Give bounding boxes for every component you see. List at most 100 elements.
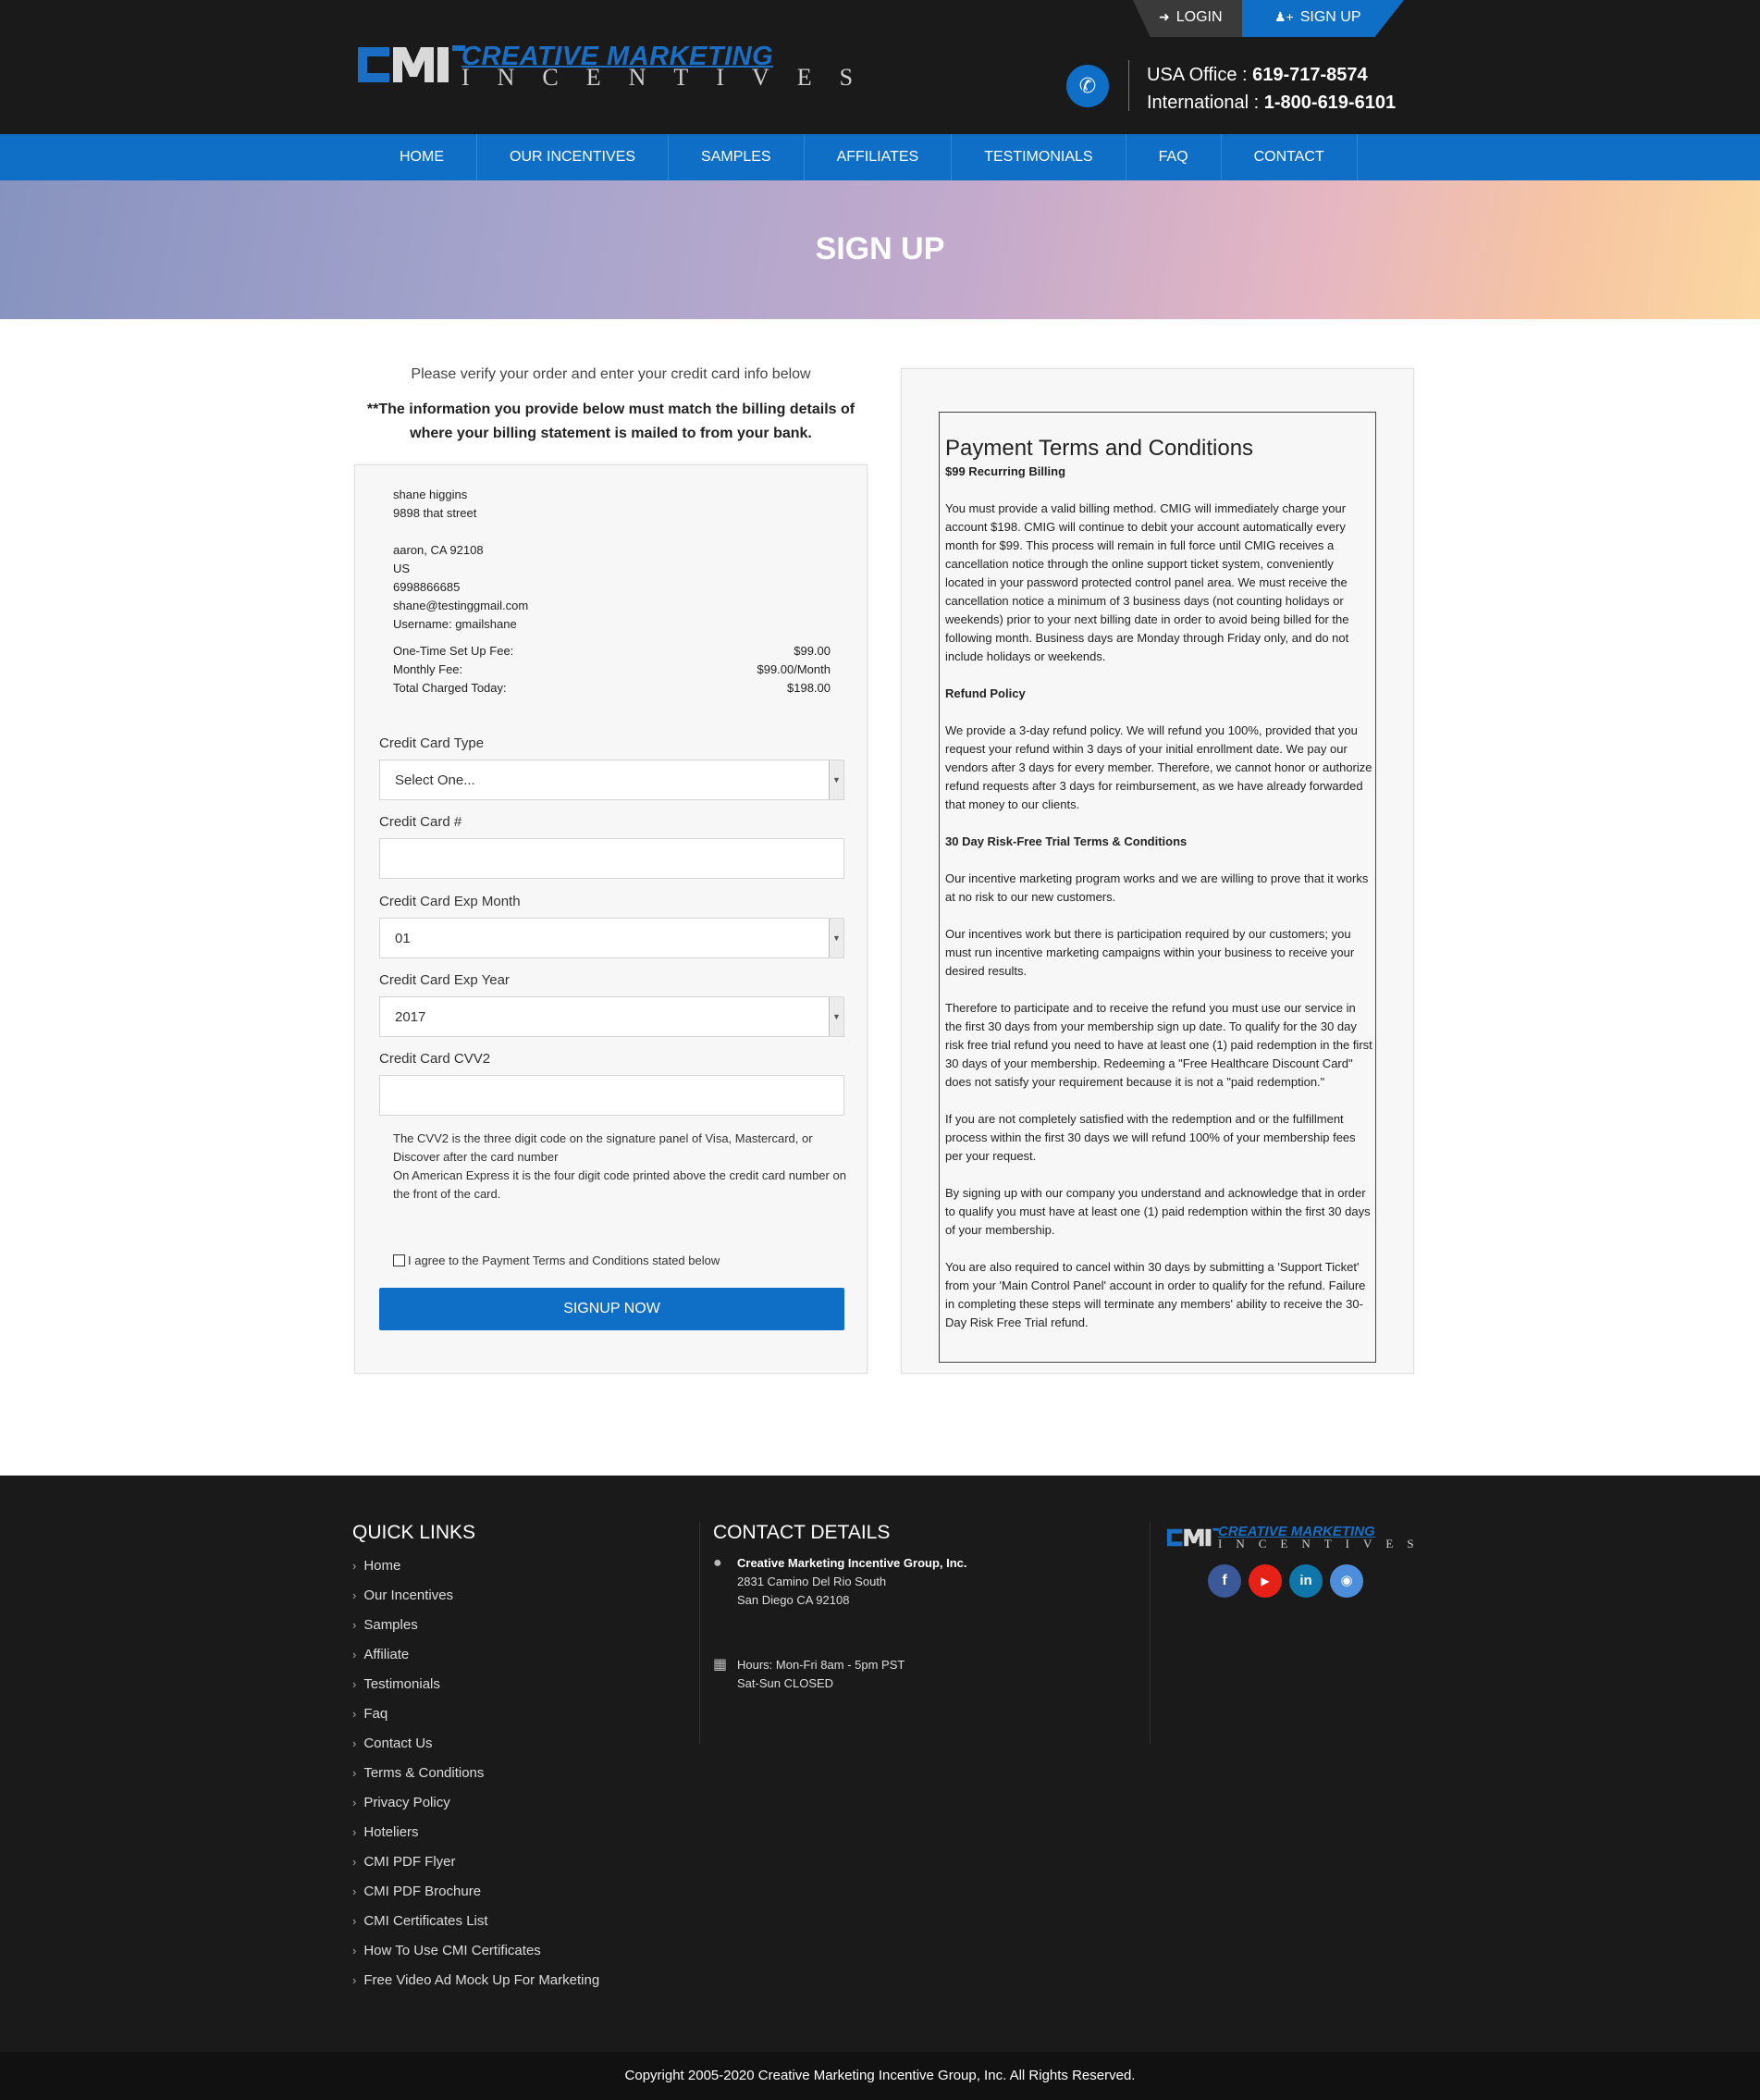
fee-label: Monthly Fee:	[393, 662, 463, 676]
footer-link-how-to-use[interactable]: › How To Use CMI Certificates	[352, 1942, 599, 1971]
footer-logo[interactable]: CREATIVE MARKETING INCENTIVES	[1164, 1524, 1414, 1553]
link-label: How To Use CMI Certificates	[363, 1943, 541, 1958]
footer-link-pdf-flyer[interactable]: › CMI PDF Flyer	[352, 1853, 599, 1883]
page-banner: SIGN UP	[0, 180, 1760, 319]
chevron-right-icon: ›	[352, 1766, 357, 1780]
footer-link-pdf-brochure[interactable]: › CMI PDF Brochure	[352, 1883, 599, 1912]
fee-value: $198.00	[787, 681, 831, 695]
billing-notice: **The information you provide below must…	[366, 401, 855, 441]
cc-number-input[interactable]	[379, 838, 844, 879]
link-label: Faq	[363, 1706, 388, 1722]
customer-name: shane higgins	[393, 488, 468, 501]
footer-link-home[interactable]: › Home	[352, 1557, 599, 1587]
footer-link-testimonials[interactable]: › Testimonials	[352, 1675, 599, 1705]
copyright: Copyright 2005-2020 Creative Marketing I…	[0, 2052, 1760, 2100]
chevron-down-icon: ▼	[829, 760, 843, 799]
signup-link[interactable]: ♟+ SIGN UP	[1274, 9, 1361, 26]
cmi-logo-mark	[1166, 1527, 1220, 1547]
terms-heading-trial: 30 Day Risk-Free Trial Terms & Condition…	[945, 834, 1188, 848]
link-label: Home	[363, 1558, 401, 1574]
signup-now-button[interactable]: SIGNUP NOW	[379, 1288, 844, 1330]
fee-summary: One-Time Set Up Fee: $99.00 Monthly Fee: $…	[393, 642, 831, 698]
footer-link-privacy[interactable]: › Privacy Policy	[352, 1794, 599, 1823]
nav-samples[interactable]: SAMPLES	[669, 134, 805, 180]
nav-affiliates[interactable]: AFFILIATES	[805, 134, 953, 180]
terms-heading-billing: $99 Recurring Billing	[945, 464, 1066, 478]
footer-link-our-incentives[interactable]: › Our Incentives	[352, 1587, 599, 1616]
terms-scroll-box[interactable]: Payment Terms and Conditions $99 Recurri…	[939, 412, 1376, 1363]
chevron-right-icon: ›	[352, 1973, 357, 1987]
footer-link-faq[interactable]: › Faq	[352, 1705, 599, 1735]
nav-faq[interactable]: FAQ	[1126, 134, 1222, 180]
cc-exp-month-label: Credit Card Exp Month	[379, 894, 521, 909]
calendar-icon: ▦	[713, 1657, 728, 1673]
contact-address: ● Creative Marketing Incentive Group, In…	[713, 1554, 967, 1610]
facebook-icon[interactable]: f	[1208, 1564, 1241, 1598]
chevron-right-icon: ›	[352, 1559, 357, 1573]
footer-link-certificates-list[interactable]: › CMI Certificates List	[352, 1912, 599, 1942]
footer-divider	[1150, 1522, 1151, 1744]
terms-paragraph: We provide a 3-day refund policy. We wil…	[945, 723, 1372, 811]
footer-link-affiliate[interactable]: › Affiliate	[352, 1646, 599, 1675]
chevron-right-icon: ›	[352, 1944, 357, 1958]
order-form-card: shane higgins 9898 that street aaron, CA…	[354, 464, 868, 1374]
contact-hours: ▦ Hours: Mon-Fri 8am - 5pm PST Sat-Sun C…	[713, 1656, 967, 1693]
login-link[interactable]: ➜ LOGIN	[1159, 9, 1223, 26]
nav-our-incentives[interactable]: OUR INCENTIVES	[477, 134, 670, 180]
footer-link-hoteliers[interactable]: › Hoteliers	[352, 1823, 599, 1853]
international-phone[interactable]: 1-800-619-6101	[1264, 93, 1396, 113]
map-marker-icon: ●	[713, 1555, 722, 1571]
terms-paragraph: Therefore to participate and to receive …	[945, 1001, 1372, 1089]
hours-weekend: Sat-Sun CLOSED	[737, 1676, 834, 1690]
social-links: f ▶ in ◉	[1208, 1564, 1363, 1598]
address-line-1: 2831 Camino Del Rio South	[737, 1575, 887, 1588]
fee-row-total: Total Charged Today: $198.00	[393, 679, 831, 698]
header-divider	[1128, 60, 1129, 111]
footer-link-samples[interactable]: › Samples	[352, 1616, 599, 1646]
page-title: SIGN UP	[815, 231, 945, 266]
footer-logo-text-bottom: INCENTIVES	[1218, 1537, 1428, 1550]
main-nav: HOME OUR INCENTIVES SAMPLES AFFILIATES T…	[0, 134, 1760, 180]
user-plus-icon: ♟+	[1274, 9, 1294, 24]
chevron-right-icon: ›	[352, 1914, 357, 1928]
company-name: Creative Marketing Incentive Group, Inc.	[737, 1556, 967, 1570]
fee-value: $99.00	[794, 644, 831, 658]
link-label: Privacy Policy	[363, 1795, 450, 1810]
nav-home[interactable]: HOME	[367, 134, 477, 180]
cc-type-select[interactable]: Select One... ▼	[379, 760, 844, 800]
link-label: Samples	[363, 1617, 418, 1633]
cvv-label: Credit Card CVV2	[379, 1051, 491, 1067]
instagram-icon[interactable]: ◉	[1330, 1564, 1363, 1598]
agree-checkbox[interactable]	[393, 1254, 405, 1266]
site-logo[interactable]: CREATIVE MARKETING INCENTIVES	[352, 42, 853, 91]
intro-text: Please verify your order and enter your …	[411, 366, 811, 382]
link-label: CMI Certificates List	[363, 1913, 488, 1929]
link-label: Hoteliers	[363, 1824, 419, 1840]
terms-card: Payment Terms and Conditions $99 Recurri…	[901, 368, 1414, 1374]
phone-numbers: USA Office : 619-717-8574 International …	[1147, 61, 1396, 117]
agree-terms[interactable]: I agree to the Payment Terms and Conditi…	[393, 1254, 720, 1267]
usa-phone[interactable]: 619-717-8574	[1252, 65, 1368, 85]
chevron-right-icon: ›	[352, 1825, 357, 1839]
linkedin-icon[interactable]: in	[1289, 1564, 1323, 1598]
chevron-right-icon: ›	[352, 1618, 357, 1632]
address-line-2: San Diego CA 92108	[737, 1593, 850, 1607]
footer-link-contact-us[interactable]: › Contact Us	[352, 1735, 599, 1764]
nav-contact[interactable]: CONTACT	[1222, 134, 1358, 180]
footer-link-terms[interactable]: › Terms & Conditions	[352, 1764, 599, 1794]
footer-divider	[699, 1522, 700, 1744]
customer-country: US	[393, 562, 411, 575]
chevron-right-icon: ›	[352, 1677, 357, 1691]
cc-exp-year-select[interactable]: 2017 ▼	[379, 996, 844, 1037]
footer-link-video-ad[interactable]: › Free Video Ad Mock Up For Marketing	[352, 1971, 599, 2001]
terms-paragraph: By signing up with our company you under…	[945, 1186, 1371, 1237]
fee-label: One-Time Set Up Fee:	[393, 644, 514, 658]
nav-testimonials[interactable]: TESTIMONIALS	[952, 134, 1126, 180]
quick-links-title: QUICK LINKS	[352, 1522, 476, 1543]
terms-paragraph: You are also required to cancel within 3…	[945, 1260, 1366, 1329]
youtube-icon[interactable]: ▶	[1249, 1564, 1282, 1598]
cvv-input[interactable]	[379, 1075, 844, 1116]
link-label: Affiliate	[363, 1647, 410, 1662]
link-label: CMI PDF Flyer	[363, 1854, 456, 1870]
cc-exp-month-select[interactable]: 01 ▼	[379, 918, 844, 958]
